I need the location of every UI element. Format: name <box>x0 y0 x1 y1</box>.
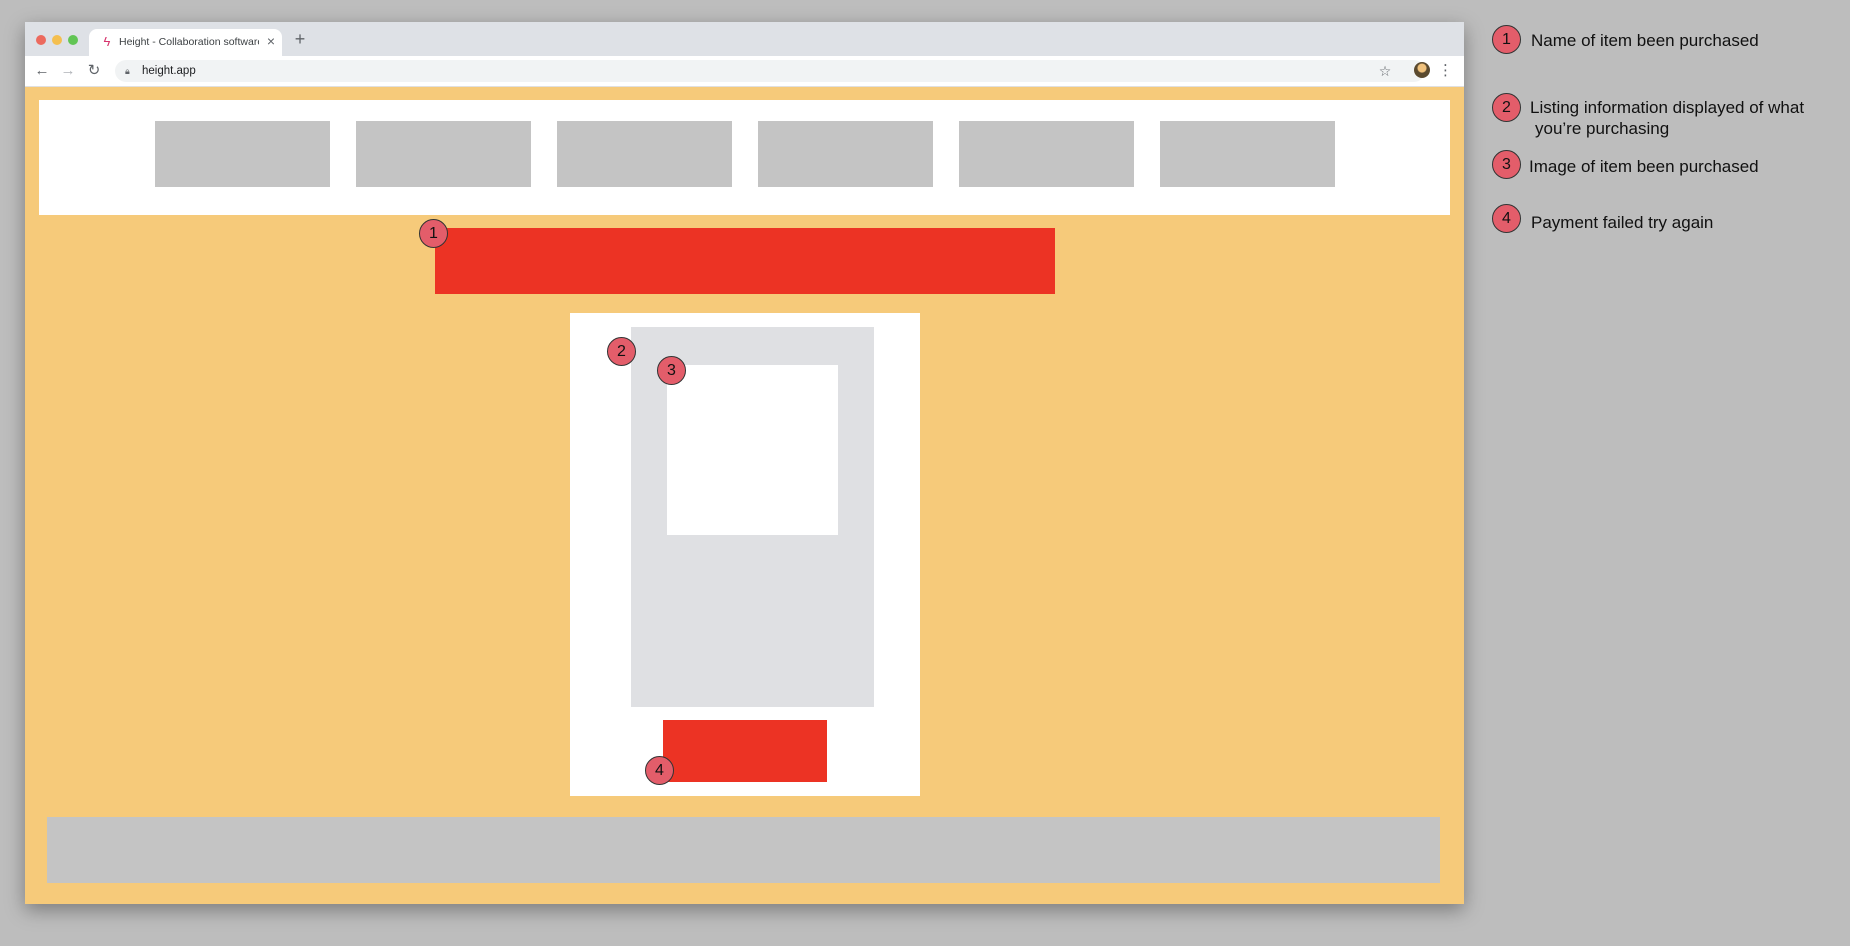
address-bar[interactable]: 🔒︎ height.app ☆ <box>115 60 1425 82</box>
nav-placeholder-1[interactable] <box>155 121 330 187</box>
close-tab-icon[interactable]: × <box>264 33 278 49</box>
marker-1: 1 <box>419 219 448 248</box>
legend-text-2-line2: you’re purchasing <box>1535 119 1670 138</box>
legend-text-3: Image of item been purchased <box>1529 157 1759 176</box>
footer-bar <box>47 817 1440 883</box>
marker-2: 2 <box>607 337 636 366</box>
legend-marker-2: 2 <box>1492 93 1521 122</box>
tab-title: Height - Collaboration software th <box>119 36 259 48</box>
nav-placeholder-3[interactable] <box>557 121 732 187</box>
menu-icon[interactable]: ⋮ <box>1438 62 1453 80</box>
nav-placeholder-5[interactable] <box>959 121 1134 187</box>
tab-bar: ϟ Height - Collaboration software th × + <box>25 22 1464 56</box>
url-text[interactable]: height.app <box>142 63 196 79</box>
browser-tab[interactable]: ϟ Height - Collaboration software th × <box>89 29 282 56</box>
forward-arrow-icon[interactable]: → <box>59 62 77 80</box>
avatar[interactable] <box>1414 62 1430 78</box>
item-image <box>667 365 838 535</box>
item-name-bar <box>435 228 1055 294</box>
marker-3: 3 <box>657 356 686 385</box>
top-navigation-panel <box>39 100 1450 215</box>
close-window-button[interactable] <box>36 35 46 45</box>
nav-placeholder-6[interactable] <box>1160 121 1335 187</box>
browser-toolbar: ← → ↻ 🔒︎ height.app ☆ ⋮ <box>25 56 1464 87</box>
legend-text-1: Name of item been purchased <box>1531 31 1759 50</box>
legend-marker-4: 4 <box>1492 204 1521 233</box>
browser-window: ϟ Height - Collaboration software th × +… <box>25 22 1464 904</box>
star-icon[interactable]: ☆ <box>1376 62 1394 80</box>
legend-text-4: Payment failed try again <box>1531 213 1714 232</box>
payment-failed-retry-button[interactable] <box>663 720 827 782</box>
reload-icon[interactable]: ↻ <box>85 62 103 80</box>
purchase-card <box>570 313 920 796</box>
nav-placeholder-4[interactable] <box>758 121 933 187</box>
new-tab-button[interactable]: + <box>291 30 309 48</box>
legend-marker-3: 3 <box>1492 150 1521 179</box>
height-logo-icon: ϟ <box>103 34 111 49</box>
maximize-window-button[interactable] <box>68 35 78 45</box>
lock-icon: 🔒︎ <box>125 66 130 76</box>
back-arrow-icon[interactable]: ← <box>33 62 51 80</box>
legend-marker-1: 1 <box>1492 25 1521 54</box>
marker-4: 4 <box>645 756 674 785</box>
legend-text-2-line1: Listing information displayed of what <box>1530 98 1805 117</box>
minimize-window-button[interactable] <box>52 35 62 45</box>
nav-placeholder-2[interactable] <box>356 121 531 187</box>
